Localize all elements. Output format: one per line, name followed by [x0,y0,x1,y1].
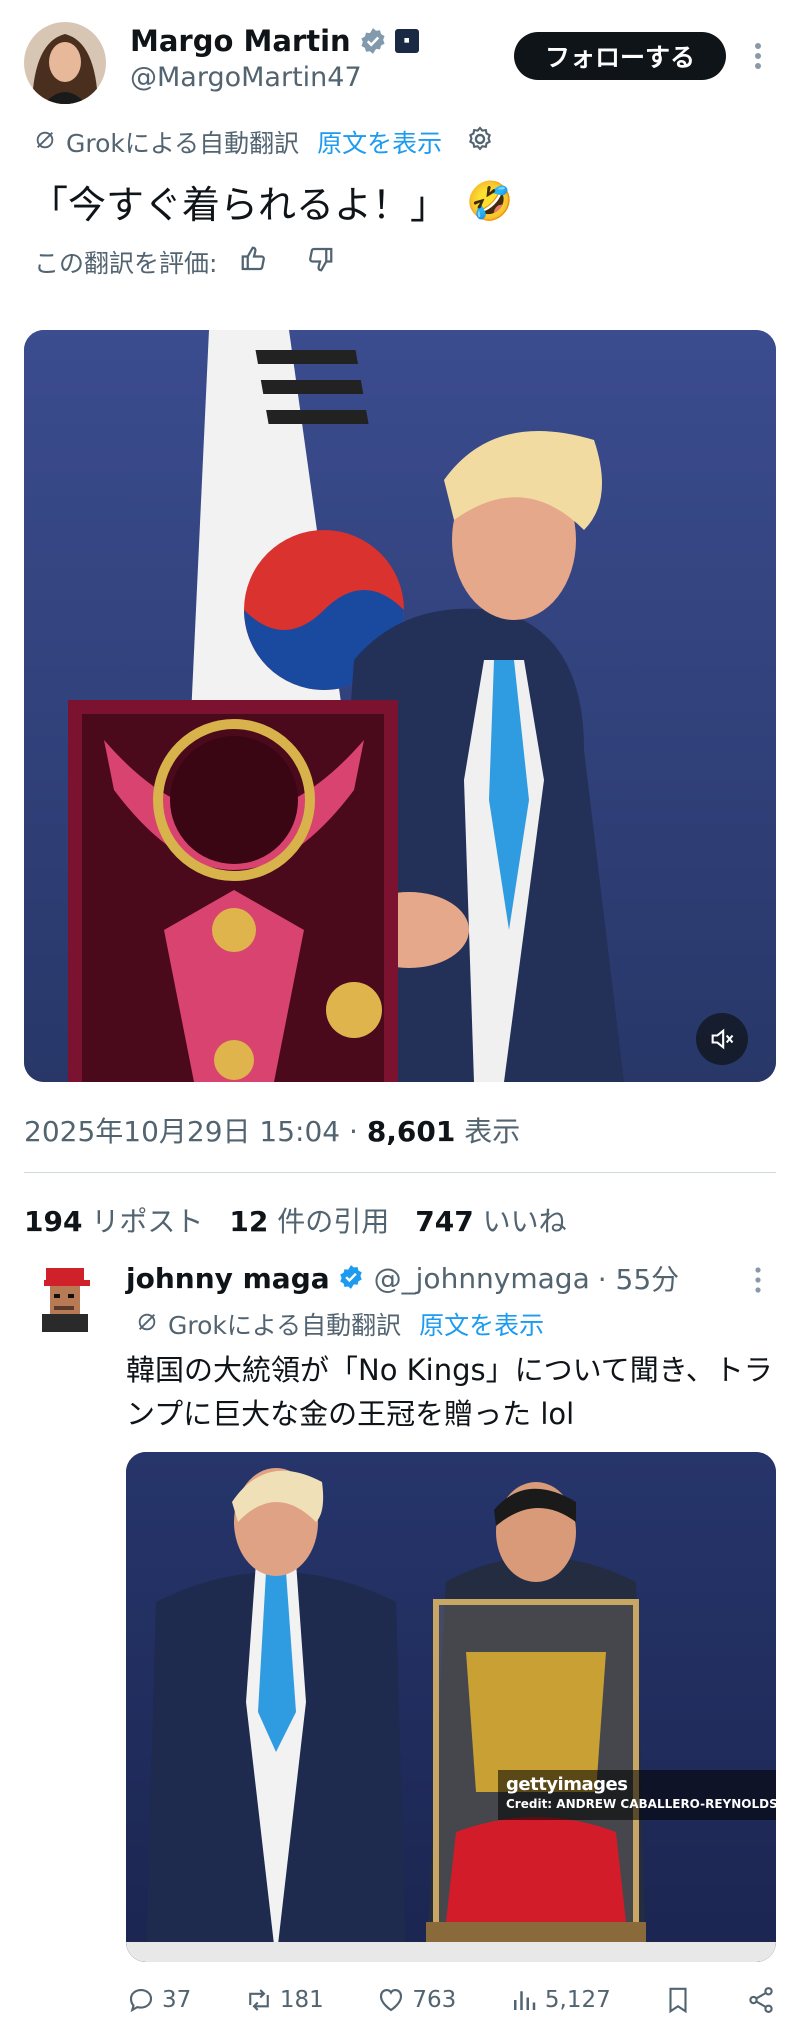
bookmark-icon [669,1987,687,2014]
reply-icon [129,1988,153,2013]
mute-icon [711,1028,734,1050]
reply-author-handle[interactable]: @_johnnymaga [374,1262,590,1295]
reposts-stat[interactable]: 194 リポスト [24,1200,203,1240]
show-original-link[interactable]: 原文を表示 [419,1306,544,1342]
post-meta: 2025年10月29日 15:04 · 8,601 表示 [24,1110,520,1150]
post-text: 「今すぐ着られるよ！」 [30,183,449,227]
follow-button[interactable]: フォローする [514,32,726,80]
reply-author-avatar[interactable] [34,1266,96,1336]
reply-time[interactable]: · 55分 [598,1258,679,1298]
reply-text: 韓国の大統領が「No Kings」について聞き、トランプに巨大な金の王冠を贈った… [126,1353,773,1431]
translation-bar: Grokによる自動翻訳 原文を表示 [34,124,494,160]
author-handle[interactable]: @MargoMartin47 [130,62,362,93]
settings-icon[interactable] [466,125,494,159]
reply-image[interactable]: gettyimages Credit: ANDREW CABALLERO-REY… [126,1452,776,1962]
more-icon[interactable] [748,38,768,74]
like-count: 763 [412,1987,457,2013]
likes-stat[interactable]: 747 いいね [415,1200,566,1240]
views-icon [513,1991,536,2010]
like-icon [380,1988,403,2012]
credit-brand: gettyimages [506,1774,628,1795]
author-name-row[interactable]: Margo Martin ■ [130,24,419,58]
verified-icon [338,1264,366,1292]
verified-icon [359,27,387,55]
likes-label: いいね [473,1205,567,1238]
credit-text: Credit: ANDREW CABALLERO-REYNOLDS [506,1797,776,1811]
reply-translation-bar: Grokによる自動翻訳 原文を表示 [136,1306,544,1342]
rate-translation: この翻訳を評価: [34,244,335,280]
reposts-label: リポスト [82,1205,204,1238]
views-button[interactable]: 5,127 [509,1985,611,2015]
post-video[interactable] [24,330,776,1082]
quotes-label: 件の引用 [268,1205,390,1238]
org-badge-icon: ■ [394,29,419,53]
thumbs-down-icon[interactable] [305,244,335,280]
mute-button[interactable] [696,1013,748,1065]
quotes-stat[interactable]: 12 件の引用 [229,1200,389,1240]
translation-note: Grokによる自動翻訳 [168,1311,402,1340]
translate-icon [34,128,56,157]
post-timestamp[interactable]: 2025年10月29日 15:04 · [24,1115,367,1148]
likes-count: 747 [415,1205,474,1238]
rate-label: この翻訳を評価: [34,249,218,278]
share-button[interactable] [746,1985,776,2015]
bookmark-button[interactable] [663,1985,693,2015]
views-count: 8,601 [366,1115,456,1148]
reply-count: 37 [162,1987,192,2013]
reply-author-name[interactable]: johnny maga [126,1262,330,1295]
share-icon [749,1987,773,2013]
translate-icon [136,1310,158,1339]
post-text-row: 「今すぐ着られるよ！」 🤣 [30,174,513,229]
emoji-rofl: 🤣 [466,179,514,223]
quotes-count: 12 [229,1205,269,1238]
views-count: 5,127 [544,1987,611,2013]
author-avatar[interactable] [24,22,106,104]
author-name[interactable]: Margo Martin [130,24,351,58]
engagement-stats: 194 リポスト 12 件の引用 747 いいね [24,1200,567,1240]
more-icon[interactable] [750,1264,766,1296]
action-bar: 37 181 763 5,127 [126,1980,776,2020]
thumbs-up-icon[interactable] [239,244,269,280]
show-original-link[interactable]: 原文を表示 [317,124,442,160]
image-credit: gettyimages Credit: ANDREW CABALLERO-REY… [498,1770,776,1820]
reposts-count: 194 [24,1205,83,1238]
like-button[interactable]: 763 [376,1985,456,2015]
divider [24,1172,776,1173]
reply-button[interactable]: 37 [126,1985,191,2015]
repost-count: 181 [279,1987,324,2013]
views-label: 表示 [455,1115,521,1148]
repost-button[interactable]: 181 [244,1985,324,2015]
repost-icon [249,1989,269,2011]
translation-note: Grokによる自動翻訳 [66,129,300,158]
reply-author-row[interactable]: johnny maga @_johnnymaga · 55分 [126,1258,679,1298]
